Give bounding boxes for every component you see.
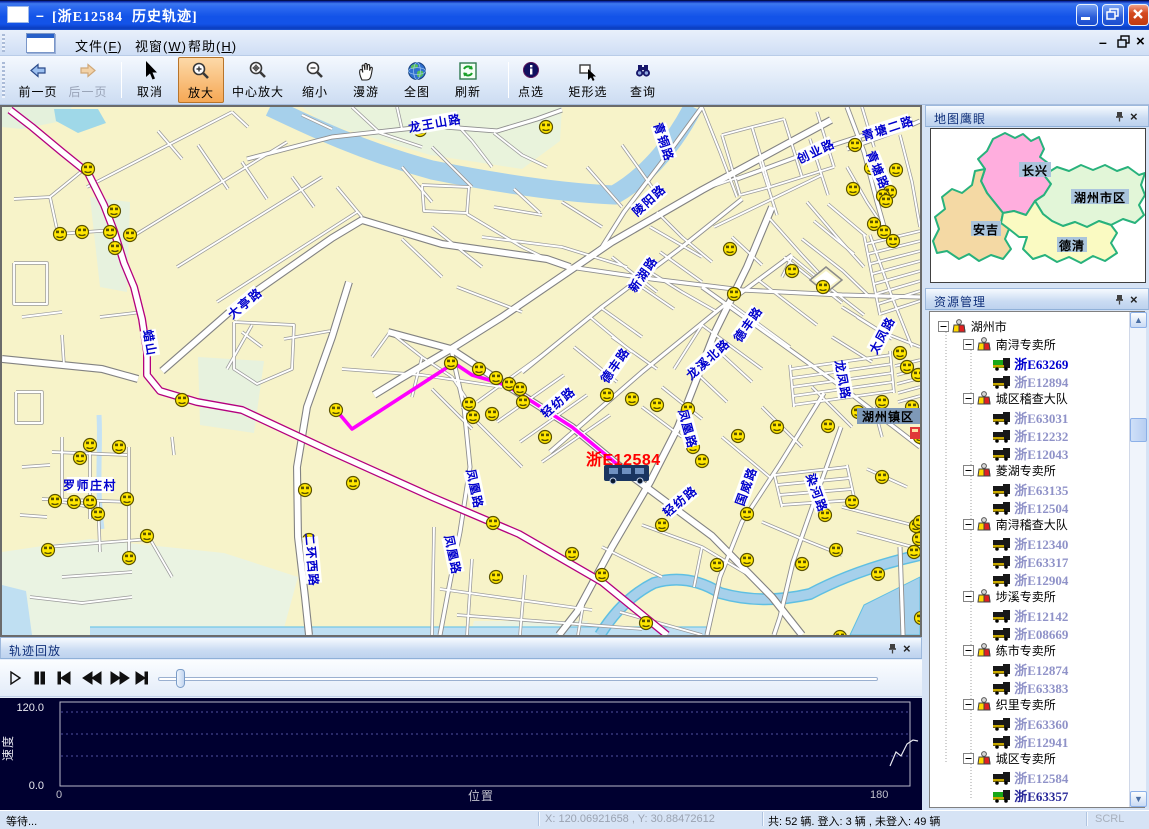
svg-text:0.0: 0.0 — [29, 780, 44, 792]
svg-text:位置: 位置 — [468, 788, 494, 803]
svg-text:德清: 德清 — [1059, 238, 1085, 253]
svg-text:180: 180 — [870, 789, 888, 801]
svg-text:长兴: 长兴 — [1022, 163, 1048, 178]
svg-text:0: 0 — [56, 789, 62, 801]
svg-text:速度: 速度 — [0, 735, 15, 761]
svg-text:湖州市区: 湖州市区 — [1074, 190, 1126, 205]
svg-text:罗师庄村: 罗师庄村 — [63, 478, 117, 493]
svg-text:安吉: 安吉 — [973, 222, 999, 237]
svg-text:120.0: 120.0 — [16, 702, 44, 714]
svg-text:湖州镇区: 湖州镇区 — [862, 409, 914, 424]
